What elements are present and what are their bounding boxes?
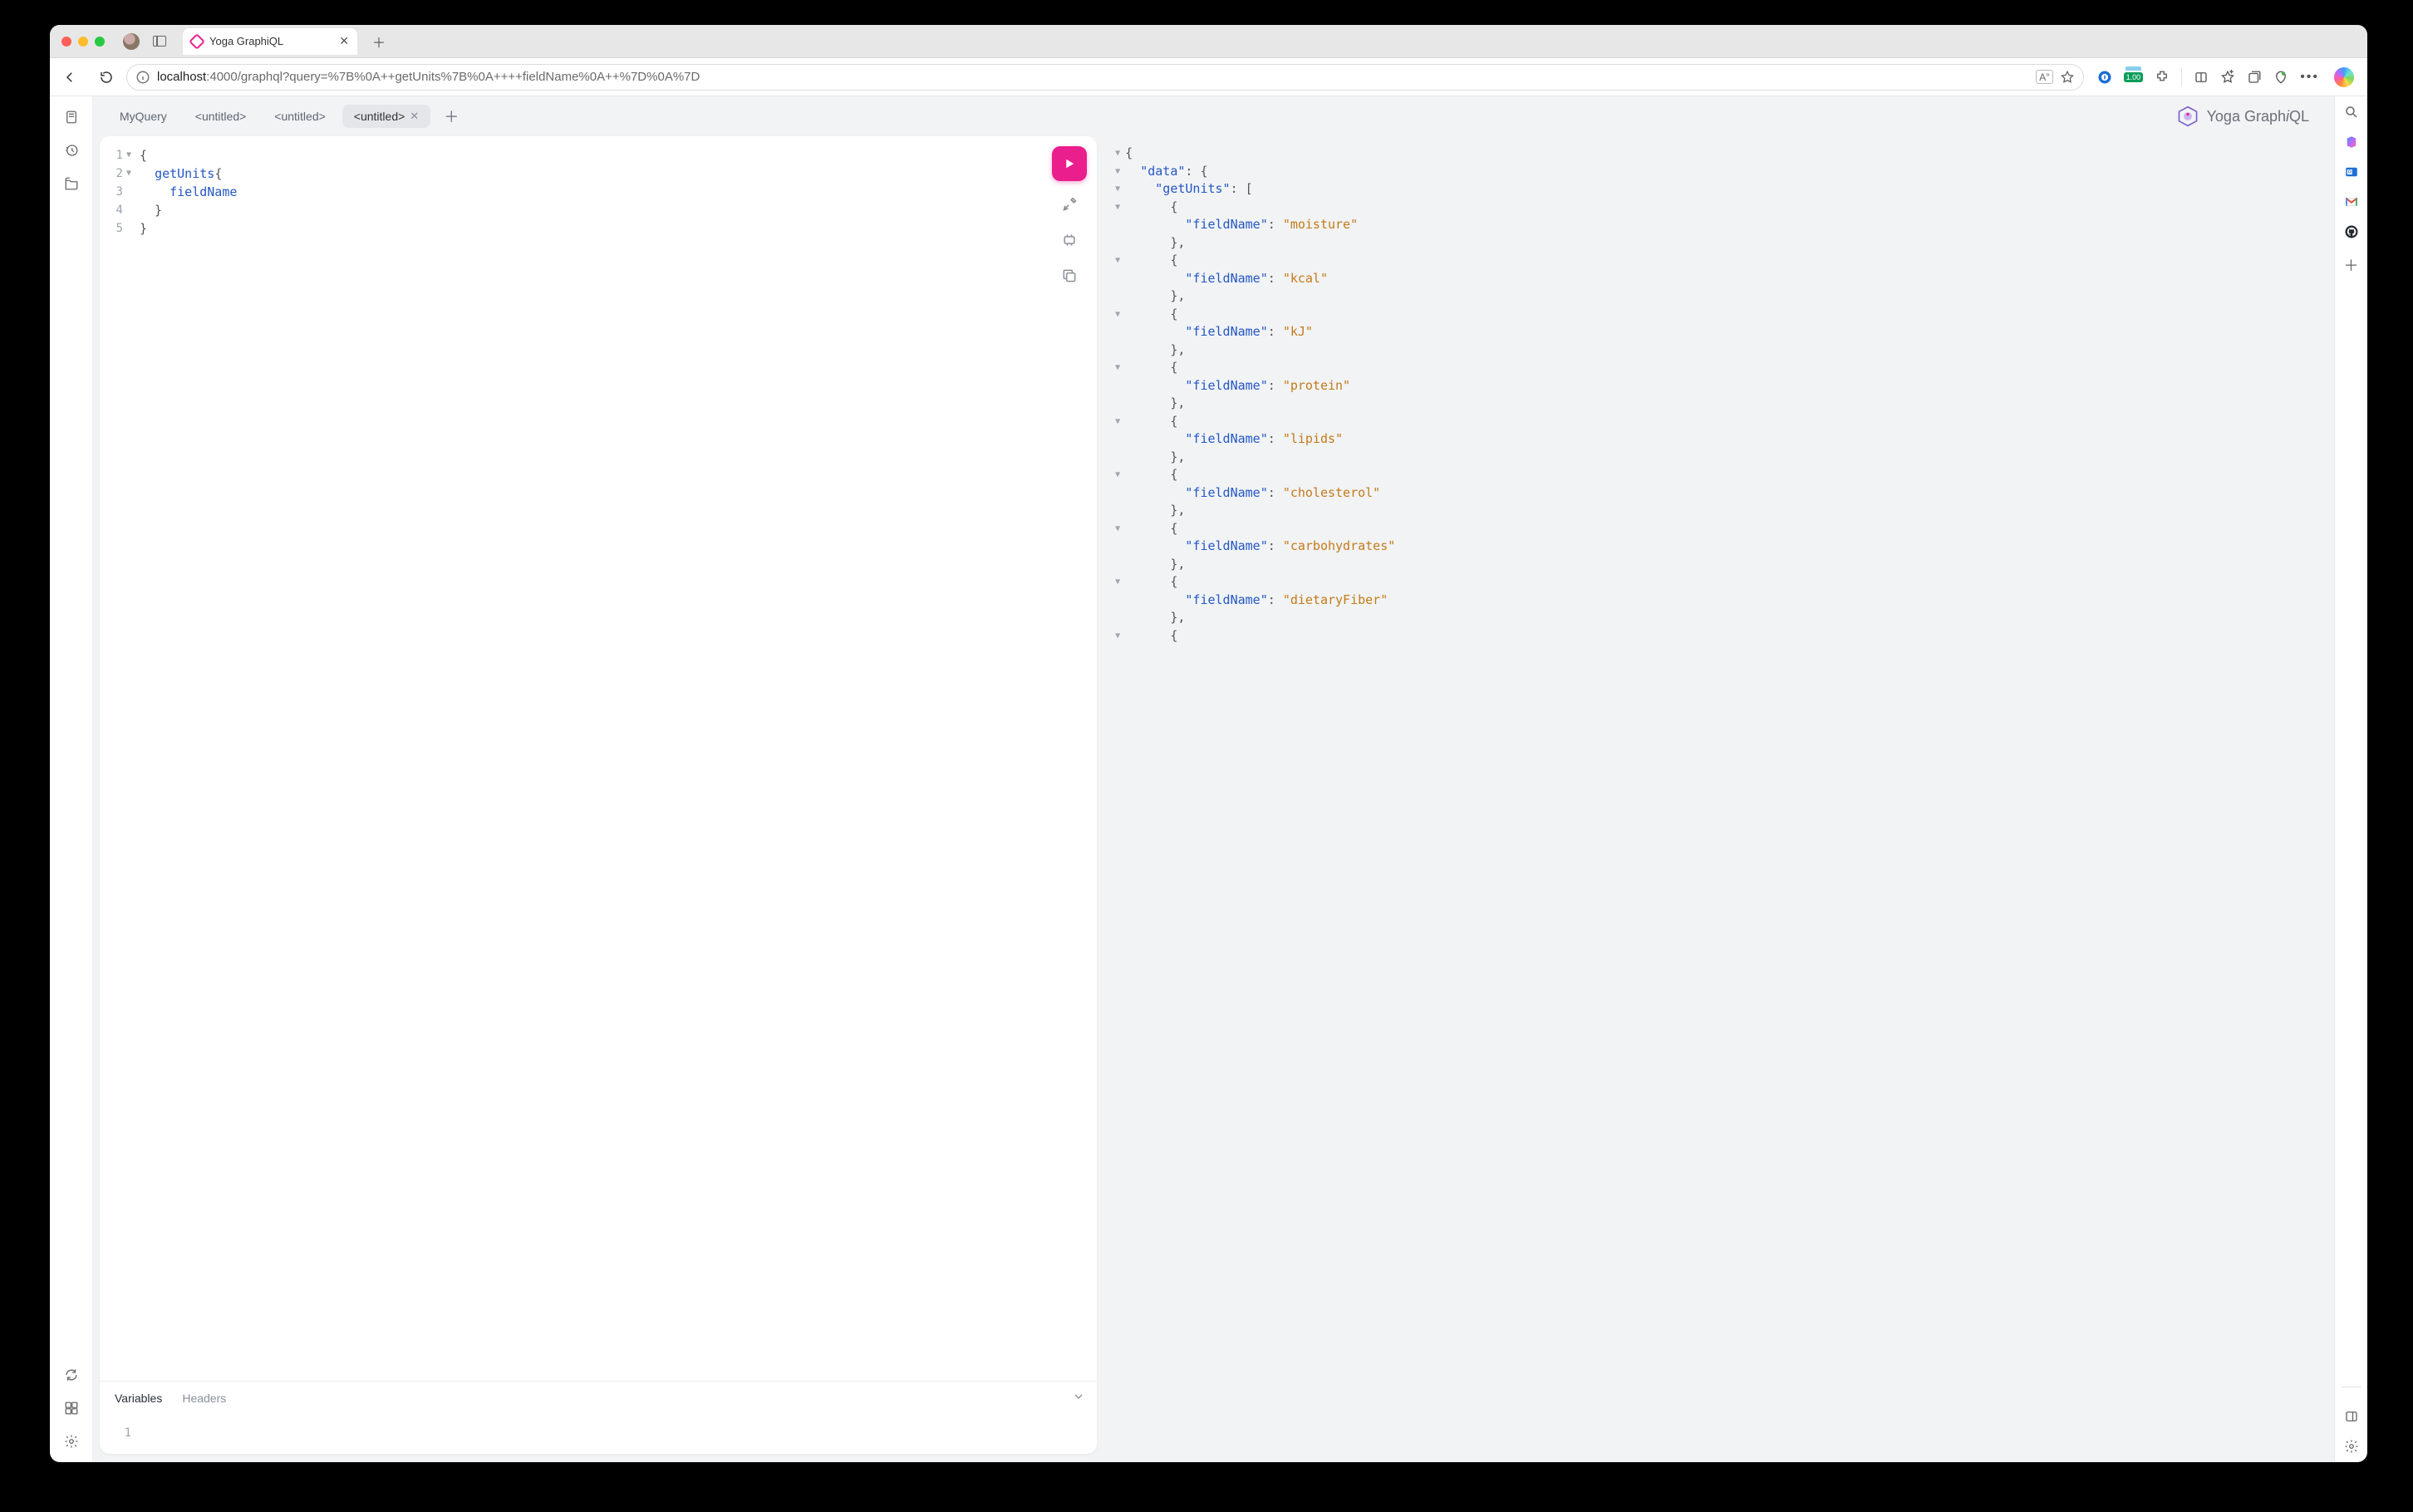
m365-icon[interactable] bbox=[2344, 135, 2359, 150]
traffic-lights bbox=[61, 37, 105, 47]
back-button[interactable] bbox=[58, 66, 81, 89]
url-host: localhost bbox=[157, 70, 206, 84]
browser-window: Yoga GraphiQL ✕ ＋ localhost :4000/graphq… bbox=[50, 25, 2367, 1462]
extension-badge-icon[interactable]: 1.00 bbox=[2124, 72, 2144, 82]
close-window-button[interactable] bbox=[61, 37, 71, 47]
brand-text: Yoga GraphiQL bbox=[2207, 108, 2309, 125]
more-menu-button[interactable]: ••• bbox=[2300, 70, 2319, 85]
refetch-icon[interactable] bbox=[64, 1367, 79, 1382]
url-path: :4000/graphql?query=%7B%0A++getUnits%7B%… bbox=[206, 70, 700, 84]
variables-editor[interactable]: 1 bbox=[100, 1409, 1097, 1454]
collections-icon[interactable] bbox=[2247, 70, 2262, 85]
execute-button[interactable] bbox=[1052, 146, 1087, 181]
outlook-icon[interactable]: O bbox=[2344, 164, 2359, 179]
query-tab[interactable]: MyQuery bbox=[108, 105, 179, 128]
explorer-icon[interactable] bbox=[64, 176, 79, 191]
browser-tab-active[interactable]: Yoga GraphiQL ✕ bbox=[183, 28, 357, 55]
prettify-icon[interactable] bbox=[1061, 196, 1078, 217]
query-tab[interactable]: <untitled>✕ bbox=[342, 105, 430, 128]
yoga-logo-icon bbox=[2177, 106, 2199, 127]
browser-essentials-icon[interactable] bbox=[2273, 70, 2288, 85]
toggle-sidebar-icon[interactable] bbox=[2344, 1409, 2359, 1424]
read-aloud-icon[interactable]: A» bbox=[2036, 70, 2052, 84]
titlebar: Yoga GraphiQL ✕ ＋ bbox=[50, 25, 2367, 58]
favicon-icon bbox=[189, 33, 205, 50]
site-info-icon[interactable] bbox=[135, 70, 150, 85]
editor-code[interactable]: { getUnits{ fieldName }} bbox=[136, 136, 1097, 1381]
app-area: MyQuery<untitled><untitled><untitled>✕ ＋… bbox=[50, 96, 2334, 1462]
address-bar-row: localhost :4000/graphql?query=%7B%0A++ge… bbox=[50, 58, 2367, 96]
editor-toolbar bbox=[1052, 146, 1087, 288]
close-tab-button[interactable]: ✕ bbox=[339, 34, 349, 48]
settings-icon[interactable] bbox=[64, 1434, 79, 1449]
gmail-icon[interactable] bbox=[2344, 194, 2359, 209]
edge-sidebar: O ＋ bbox=[2334, 96, 2367, 1462]
shortcuts-icon[interactable] bbox=[64, 1401, 79, 1416]
copy-icon[interactable] bbox=[1061, 268, 1078, 288]
variables-gutter: 1 bbox=[100, 1414, 136, 1442]
favorites-icon[interactable] bbox=[2220, 70, 2235, 85]
query-editor[interactable]: 1▼2▼3 4 5 { getUnits{ fieldName }} bbox=[100, 136, 1097, 1381]
sidebar-settings-icon[interactable] bbox=[2344, 1439, 2359, 1454]
toolbar-extension-icons: 1.00 ••• bbox=[2092, 67, 2359, 87]
svg-text:O: O bbox=[2347, 170, 2351, 175]
docs-icon[interactable] bbox=[64, 110, 79, 125]
tab-headers[interactable]: Headers bbox=[182, 1392, 226, 1405]
history-icon[interactable] bbox=[64, 143, 79, 158]
github-icon[interactable] bbox=[2344, 224, 2359, 239]
graphiql-sidebar bbox=[50, 96, 93, 1462]
query-tabs-row: MyQuery<untitled><untitled><untitled>✕ ＋… bbox=[93, 96, 2334, 136]
extensions-icon[interactable] bbox=[2155, 70, 2170, 85]
maximize-window-button[interactable] bbox=[95, 37, 105, 47]
query-tab[interactable]: <untitled> bbox=[263, 105, 337, 128]
query-editor-panel: 1▼2▼3 4 5 { getUnits{ fieldName }} bbox=[100, 136, 1097, 1454]
search-icon[interactable] bbox=[2344, 105, 2359, 120]
separator bbox=[2181, 68, 2182, 86]
editor-gutter: 1▼2▼3 4 5 bbox=[100, 136, 136, 1381]
reload-button[interactable] bbox=[95, 66, 118, 89]
url-field[interactable]: localhost :4000/graphql?query=%7B%0A++ge… bbox=[126, 64, 2084, 91]
copilot-button[interactable] bbox=[2334, 67, 2354, 87]
collapse-bottom-icon[interactable] bbox=[1072, 1390, 1085, 1406]
add-query-tab-button[interactable]: ＋ bbox=[437, 106, 465, 127]
split-screen-icon[interactable] bbox=[2194, 70, 2209, 85]
panels: 1▼2▼3 4 5 { getUnits{ fieldName }} bbox=[93, 136, 2334, 1462]
profile-avatar[interactable] bbox=[123, 33, 140, 50]
brand-label: Yoga GraphiQL bbox=[2177, 106, 2319, 127]
graphiql-stage: MyQuery<untitled><untitled><untitled>✕ ＋… bbox=[93, 96, 2334, 1462]
browser-tab-title: Yoga GraphiQL bbox=[209, 35, 283, 47]
new-tab-button[interactable]: ＋ bbox=[367, 30, 391, 53]
close-query-tab-button[interactable]: ✕ bbox=[410, 110, 419, 123]
tab-overview-icon[interactable] bbox=[153, 36, 166, 47]
query-tab[interactable]: <untitled> bbox=[184, 105, 258, 128]
body-row: MyQuery<untitled><untitled><untitled>✕ ＋… bbox=[50, 96, 2367, 1462]
editor-bottom-tabs: Variables Headers bbox=[100, 1381, 1097, 1409]
add-sidebar-item-button[interactable]: ＋ bbox=[2344, 254, 2359, 276]
merge-icon[interactable] bbox=[1061, 232, 1078, 253]
favorite-star-icon[interactable] bbox=[2060, 70, 2075, 85]
minimize-window-button[interactable] bbox=[78, 37, 88, 47]
tab-variables[interactable]: Variables bbox=[115, 1392, 162, 1405]
response-panel[interactable]: ▼{▼ "data": {▼ "getUnits": [▼ { "fieldNa… bbox=[1110, 136, 2334, 1454]
onepassword-icon[interactable] bbox=[2097, 70, 2112, 85]
url-text: localhost :4000/graphql?query=%7B%0A++ge… bbox=[157, 70, 2029, 84]
